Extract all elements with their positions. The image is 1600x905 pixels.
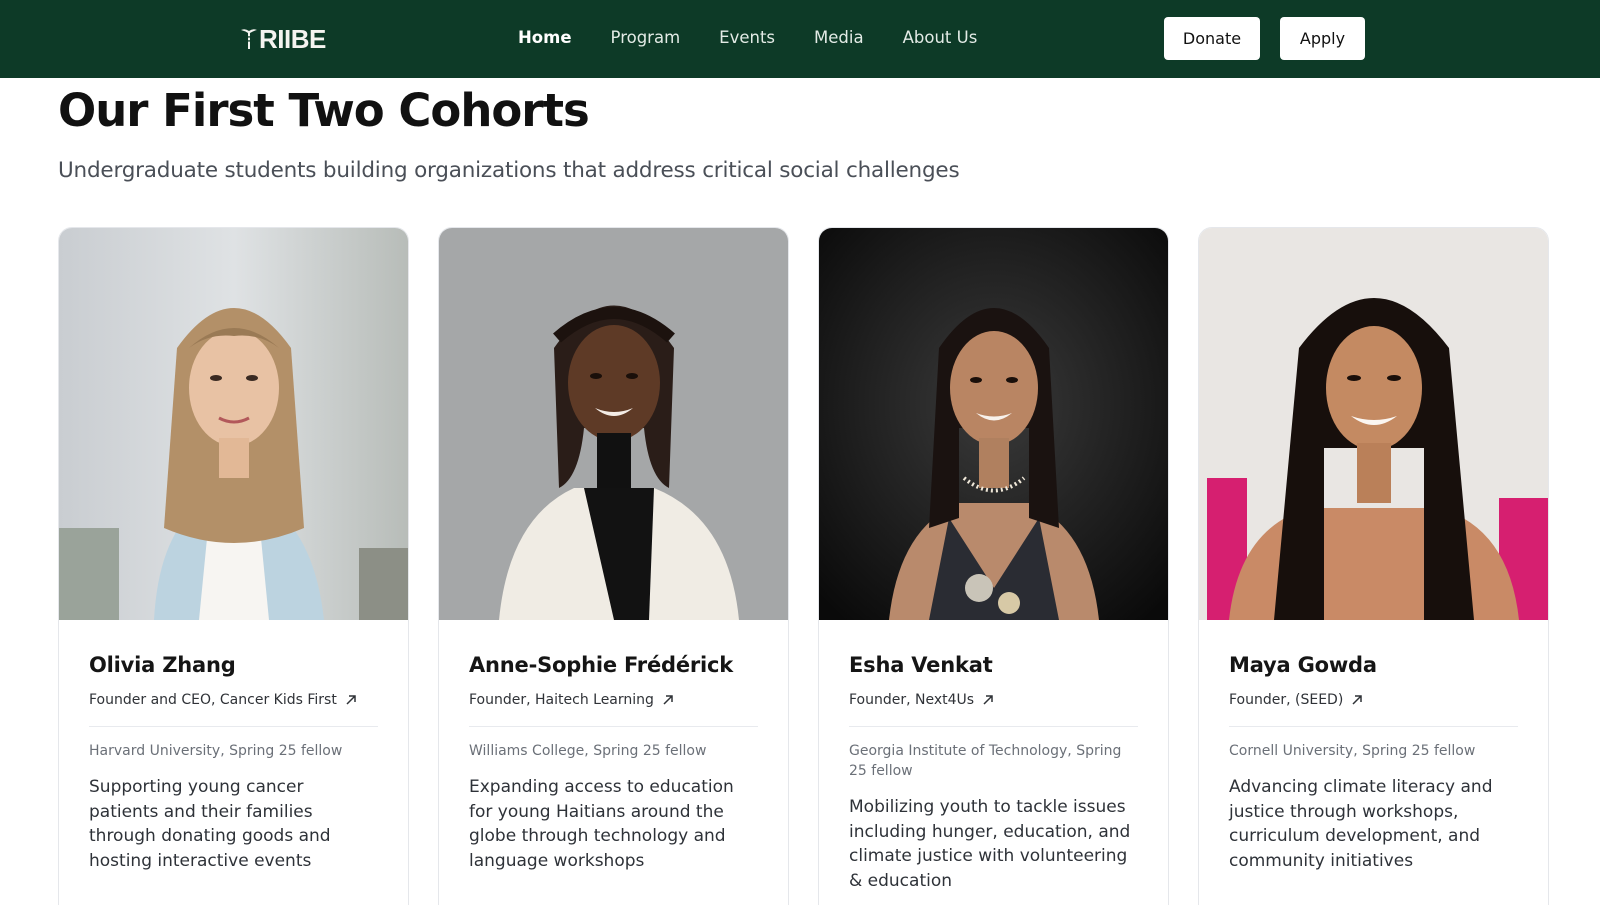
- fellow-role: Founder, Next4Us: [849, 692, 975, 708]
- arrow-up-right-icon: [982, 694, 994, 706]
- fellow-cards: Olivia Zhang Founder and CEO, Cancer Kid…: [58, 227, 1549, 905]
- arrow-up-right-icon: [345, 694, 357, 706]
- nav-events[interactable]: Events: [719, 26, 775, 50]
- fellow-organization-link[interactable]: Founder, Next4Us: [849, 690, 1138, 710]
- fellow-school: Williams College, Spring 25 fellow: [469, 743, 707, 759]
- fellow-role: Founder and CEO, Cancer Kids First: [89, 692, 337, 708]
- fellow-name: Olivia Zhang: [89, 653, 236, 677]
- fellow-organization-link[interactable]: Founder, (SEED): [1229, 690, 1518, 710]
- arrow-up-right-icon: [662, 694, 674, 706]
- divider: [849, 726, 1138, 727]
- arrow-up-right-icon: [1351, 694, 1363, 706]
- nav-program[interactable]: Program: [611, 26, 681, 50]
- fellow-photo: [1199, 228, 1548, 620]
- fellow-description: Supporting young cancer patients and the…: [89, 777, 331, 871]
- fellow-description: Mobilizing youth to tackle issues includ…: [849, 797, 1131, 891]
- caduceus-icon: [241, 29, 257, 49]
- fellow-name: Maya Gowda: [1229, 653, 1377, 677]
- divider: [1229, 726, 1518, 727]
- main-nav: Home Program Events Media About Us: [518, 26, 1016, 50]
- page-title: Our First Two Cohorts: [58, 84, 590, 137]
- nav-media[interactable]: Media: [814, 26, 864, 50]
- fellow-organization-link[interactable]: Founder and CEO, Cancer Kids First: [89, 690, 378, 710]
- nav-about-us[interactable]: About Us: [903, 26, 978, 50]
- divider: [469, 726, 758, 727]
- fellow-role: Founder, (SEED): [1229, 692, 1344, 708]
- fellow-card: Anne-Sophie Frédérick Founder, Haitech L…: [438, 227, 789, 905]
- fellow-card: Olivia Zhang Founder and CEO, Cancer Kid…: [58, 227, 409, 905]
- fellow-role: Founder, Haitech Learning: [469, 692, 654, 708]
- fellow-name: Esha Venkat: [849, 653, 993, 677]
- fellow-name: Anne-Sophie Frédérick: [469, 653, 734, 677]
- donate-button[interactable]: Donate: [1164, 17, 1260, 60]
- top-nav: RIIBE Home Program Events Media About Us…: [0, 0, 1600, 78]
- fellow-photo: [439, 228, 788, 620]
- nav-home[interactable]: Home: [518, 26, 572, 50]
- fellow-school: Georgia Institute of Technology, Spring …: [849, 743, 1122, 779]
- fellow-photo: [819, 228, 1168, 620]
- fellow-organization-link[interactable]: Founder, Haitech Learning: [469, 690, 758, 710]
- logo[interactable]: RIIBE: [240, 24, 326, 54]
- fellow-description: Expanding access to education for young …: [469, 777, 734, 871]
- fellow-card: Esha Venkat Founder, Next4Us Georgia Ins…: [818, 227, 1169, 905]
- page-subtitle: Undergraduate students building organiza…: [58, 158, 960, 183]
- logo-text: RIIBE: [259, 23, 326, 54]
- fellow-school: Cornell University, Spring 25 fellow: [1229, 743, 1476, 759]
- fellow-photo: [59, 228, 408, 620]
- fellow-card: Maya Gowda Founder, (SEED) Cornell Unive…: [1198, 227, 1549, 905]
- apply-button[interactable]: Apply: [1280, 17, 1365, 60]
- fellow-school: Harvard University, Spring 25 fellow: [89, 743, 343, 759]
- divider: [89, 726, 378, 727]
- fellow-description: Advancing climate literacy and justice t…: [1229, 777, 1493, 871]
